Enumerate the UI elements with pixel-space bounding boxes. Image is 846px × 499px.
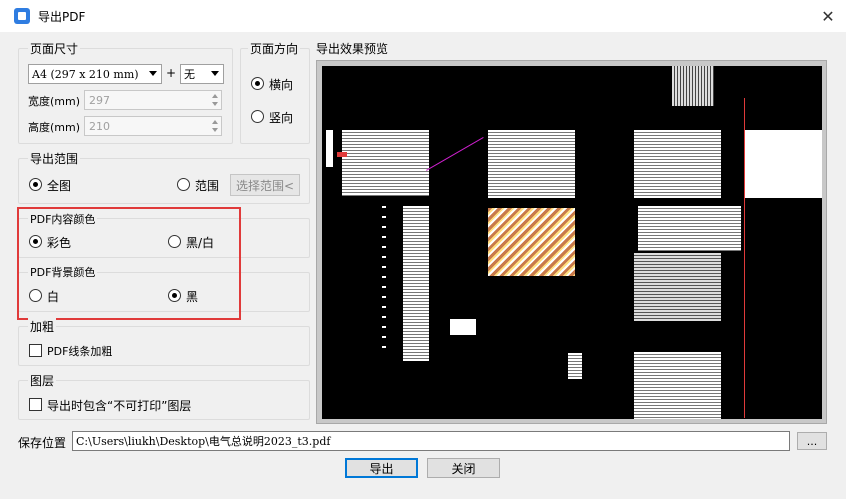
preview-panel xyxy=(316,60,827,424)
drawing-sheet xyxy=(634,352,721,419)
drawing-sheet xyxy=(403,206,429,361)
highlight-box xyxy=(17,207,241,320)
drawing-sheet xyxy=(638,206,741,251)
portrait-radio[interactable] xyxy=(251,110,264,123)
red-guide-line xyxy=(744,98,745,418)
non-printable-layer-label[interactable]: 导出时包含“不可打印”图层 xyxy=(47,397,191,414)
paper-size-value: A4 (297 x 210 mm) xyxy=(32,67,139,81)
drawing-sheet xyxy=(488,130,575,198)
margin-value: 无 xyxy=(184,68,195,81)
margin-select[interactable]: 无 xyxy=(180,64,224,84)
save-location-label: 保存位置 xyxy=(18,436,67,450)
bold-label: 加粗 xyxy=(28,318,57,335)
close-icon: ✕ xyxy=(821,6,835,26)
save-path-input[interactable]: C:\Users\liukh\Desktop\电气总说明2023_t3.pdf xyxy=(72,431,790,451)
window-title: 导出PDF xyxy=(38,10,86,24)
close-button[interactable]: 关闭 xyxy=(427,458,500,478)
width-value: 297 xyxy=(89,93,110,107)
browse-button[interactable]: ... xyxy=(797,432,827,450)
page-size-label: 页面尺寸 xyxy=(28,40,81,57)
custom-range-label[interactable]: 范围 xyxy=(195,177,219,194)
select-range-button[interactable]: 选择范围< xyxy=(230,174,300,196)
spin-down-icon[interactable] xyxy=(212,128,218,132)
chevron-down-icon xyxy=(149,71,157,76)
full-range-label[interactable]: 全图 xyxy=(47,177,71,194)
close-window-button[interactable]: ✕ xyxy=(810,0,846,32)
height-value: 210 xyxy=(89,119,110,133)
title-bar xyxy=(0,0,846,32)
drawing-detail xyxy=(337,152,347,157)
preview-label: 导出效果预览 xyxy=(316,42,389,56)
drawing-sheet xyxy=(634,253,721,321)
chevron-down-icon xyxy=(211,71,219,76)
portrait-label[interactable]: 竖向 xyxy=(269,109,293,126)
drawing-sheet xyxy=(745,130,822,198)
drawing-sheet xyxy=(634,130,721,198)
width-spinbox[interactable]: 297 xyxy=(84,90,222,110)
orientation-group xyxy=(240,48,310,144)
orientation-label: 页面方向 xyxy=(248,40,301,57)
spin-down-icon[interactable] xyxy=(212,102,218,106)
save-path-value: C:\Users\liukh\Desktop\电气总说明2023_t3.pdf xyxy=(76,435,331,448)
layers-label: 图层 xyxy=(28,372,57,389)
drawing-sheet xyxy=(326,130,333,167)
landscape-label[interactable]: 横向 xyxy=(269,76,293,93)
custom-range-radio[interactable] xyxy=(177,178,190,191)
export-button[interactable]: 导出 xyxy=(345,458,418,478)
spin-up-icon[interactable] xyxy=(212,120,218,124)
plus-sign: + xyxy=(166,66,177,80)
height-label: 高度(mm) xyxy=(28,121,81,134)
width-label: 宽度(mm) xyxy=(28,95,81,108)
drawing-sheet xyxy=(488,208,575,276)
height-spinbox[interactable]: 210 xyxy=(84,116,222,136)
non-printable-layer-checkbox[interactable] xyxy=(29,398,42,411)
drawing-sheet xyxy=(568,353,582,379)
drawing-sheet xyxy=(672,66,714,106)
drawing-sheet xyxy=(342,130,429,196)
magenta-line xyxy=(426,137,484,171)
paper-size-select[interactable]: A4 (297 x 210 mm) xyxy=(28,64,162,84)
drawing-sheet xyxy=(450,319,476,335)
full-range-radio[interactable] xyxy=(29,178,42,191)
bold-lines-checkbox[interactable] xyxy=(29,344,42,357)
app-pdf-icon xyxy=(14,8,30,24)
drawing-marks xyxy=(382,206,386,356)
preview-canvas xyxy=(322,66,822,419)
bold-lines-label[interactable]: PDF线条加粗 xyxy=(47,343,112,359)
spin-up-icon[interactable] xyxy=(212,94,218,98)
landscape-radio[interactable] xyxy=(251,77,264,90)
export-range-label: 导出范围 xyxy=(28,150,81,167)
